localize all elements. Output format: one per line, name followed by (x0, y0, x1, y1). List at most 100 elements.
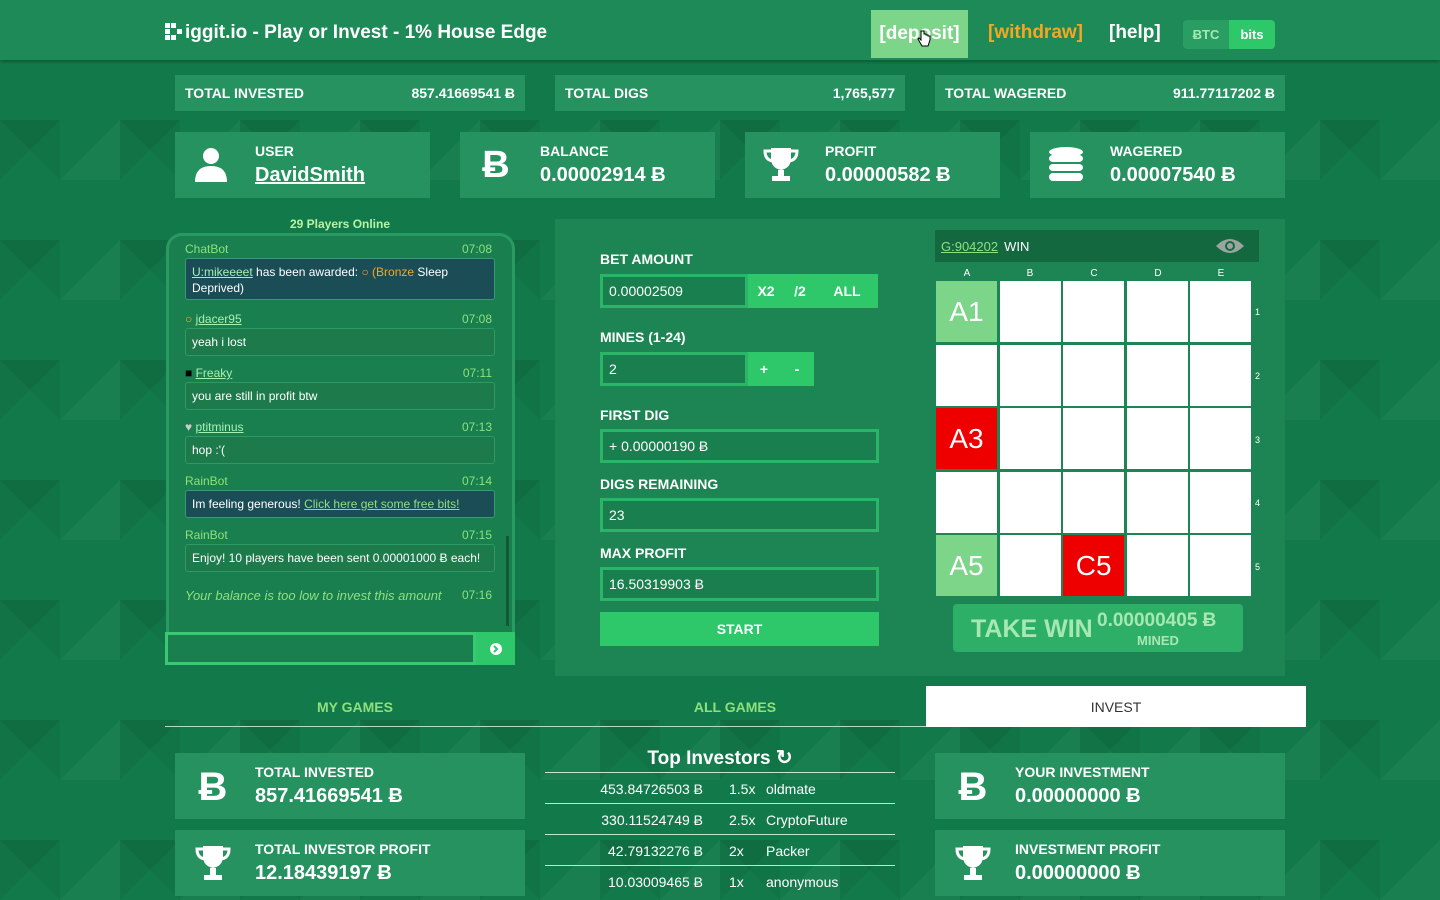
heart-icon: ♥ (185, 420, 196, 434)
username[interactable]: DavidSmith (255, 164, 365, 187)
investor-amount: 42.79132276 Ƀ (608, 843, 703, 859)
tab-my-games[interactable]: MY GAMES (165, 686, 545, 727)
tab-invest[interactable]: INVEST (926, 686, 1306, 727)
take-win-button[interactable]: TAKE WIN 0.00000405 Ƀ MINED (953, 604, 1243, 652)
system-message: Your balance is too low to invest this a… (185, 588, 442, 603)
investor-multiplier: 2.5x (729, 812, 756, 828)
unit-toggle[interactable]: ɃTC bits (1183, 20, 1275, 49)
grid-cell-e5[interactable] (1190, 535, 1252, 597)
grid-cell-c1[interactable] (1063, 281, 1125, 342)
row-header: 2 (1255, 371, 1261, 381)
help-link[interactable]: [help] (1109, 22, 1161, 44)
investment-profit-value: 0.00000000 Ƀ (1015, 862, 1141, 884)
mines-minus-button[interactable]: - (780, 352, 814, 386)
badge-name: Bronze (376, 265, 415, 279)
grid-cell-d1[interactable] (1126, 281, 1188, 342)
withdraw-link[interactable]: [withdraw] (988, 22, 1083, 44)
chat-message: Enjoy! 10 players have been sent 0.00001… (185, 544, 495, 572)
column-header: B (1026, 268, 1034, 279)
grid-cell-b1[interactable] (999, 281, 1061, 342)
investor-row: 453.84726503 Ƀ 1.5x oldmate (545, 772, 895, 803)
chat-send-button[interactable] (476, 632, 515, 665)
chat-message: U:mikeeeet has been awarded: ○ (Bronze S… (185, 258, 495, 300)
grid-cell-d2[interactable] (1126, 344, 1188, 406)
column-header: E (1217, 268, 1225, 279)
take-win-amount: 0.00000405 Ƀ (1097, 610, 1217, 631)
game-id-link[interactable]: G:904202 (941, 239, 998, 254)
chat-username[interactable]: ○ jdacer95 (185, 312, 242, 326)
top-investors-title: Top Investors ↻ (647, 747, 793, 769)
wagered-label: WAGERED (1110, 143, 1183, 159)
all-bet-button[interactable]: ALL (816, 274, 878, 308)
chat-input[interactable] (165, 632, 476, 665)
grid-cell-d3[interactable] (1126, 408, 1188, 470)
unit-bits-option[interactable]: bits (1229, 20, 1275, 49)
free-bits-link[interactable]: Click here get some free bits! (304, 497, 459, 511)
grid-cell-e2[interactable] (1190, 344, 1252, 406)
grid-cell-d5[interactable] (1126, 535, 1188, 597)
your-investment-label: YOUR INVESTMENT (1015, 764, 1150, 780)
chat-message: yeah i lost (185, 328, 495, 356)
chat-time: 07:15 (461, 528, 492, 542)
bitcoin-icon: Ƀ (198, 765, 228, 809)
chat-time: 07:08 (461, 242, 492, 256)
grid-cell-a1[interactable]: A1 (936, 281, 997, 342)
stat-label: TOTAL WAGERED (945, 85, 1067, 101)
trophy-icon (763, 148, 799, 181)
trophy-icon (195, 846, 231, 880)
grid-cell-c3[interactable] (1063, 408, 1125, 470)
chat-text: has been awarded: (252, 265, 362, 279)
grid-cell-c4[interactable] (1063, 471, 1125, 533)
grid-cell-b3[interactable] (999, 408, 1061, 470)
grid-cell-a2[interactable] (936, 344, 997, 406)
grid-cell-a5[interactable]: A5 (936, 535, 997, 597)
profit-card: PROFIT 0.00000582 Ƀ (745, 132, 1000, 198)
grid-cell-e1[interactable] (1190, 281, 1252, 342)
tab-all-games[interactable]: ALL GAMES (545, 686, 925, 727)
eye-icon[interactable] (1215, 237, 1245, 255)
investor-row: 42.79132276 Ƀ 2x Packer (545, 834, 895, 865)
grid-cell-c5[interactable]: C5 (1063, 535, 1125, 597)
chat-user-link[interactable]: U:mikeeeet (192, 265, 253, 279)
double-bet-button[interactable]: X2 (748, 274, 784, 308)
start-button[interactable]: START (600, 612, 879, 646)
grid-cell-d4[interactable] (1126, 471, 1188, 533)
first-dig-label: FIRST DIG (600, 407, 670, 423)
unit-btc-option[interactable]: ɃTC (1183, 20, 1229, 49)
grid-cell-c2[interactable] (1063, 344, 1125, 406)
chat-username[interactable]: ■ Freaky (185, 366, 232, 380)
chat-username[interactable]: ♥ ptitminus (185, 420, 244, 434)
bitcoin-icon: Ƀ (958, 765, 988, 809)
investor-multiplier: 1x (729, 874, 744, 890)
game-panel: BET AMOUNT 0.00002509 X2 /2 ALL MINES (1… (555, 219, 1285, 676)
grid-cell-b5[interactable] (999, 535, 1061, 597)
balance-value: 0.00002914 Ƀ (540, 164, 666, 186)
grid-cell-b4[interactable] (999, 471, 1061, 533)
badge-icon: ○ (185, 312, 196, 326)
grid-cell-a3[interactable]: A3 (936, 408, 997, 470)
hand-cursor-icon (917, 30, 931, 47)
digs-remaining-label: DIGS REMAINING (600, 476, 719, 492)
mines-input[interactable]: 2 (600, 352, 748, 386)
half-bet-button[interactable]: /2 (784, 274, 816, 308)
chat-panel: ChatBot 07:08 U:mikeeeet has been awarde… (166, 233, 515, 633)
grid-cell-a4[interactable] (936, 471, 997, 533)
mines-plus-button[interactable]: + (748, 352, 780, 386)
bet-amount-input[interactable]: 0.00002509 (600, 274, 748, 308)
grid-cell-b2[interactable] (999, 344, 1061, 406)
total-investor-profit-label: TOTAL INVESTOR PROFIT (255, 841, 431, 857)
chat-scrollbar[interactable] (506, 536, 509, 626)
grid-cell-e4[interactable] (1190, 471, 1252, 533)
site-logo[interactable]: iggit.io - Play or Invest - 1% House Edg… (165, 22, 547, 44)
investor-name: Packer (766, 843, 810, 859)
chat-time: 07:08 (461, 312, 492, 326)
chat-message: Im feeling generous! Click here get some… (185, 490, 495, 518)
investor-name: anonymous (766, 874, 839, 890)
site-title: iggit.io - Play or Invest - 1% House Edg… (185, 22, 548, 43)
chat-message: you are still in profit btw (185, 382, 495, 410)
investor-multiplier: 2x (729, 843, 744, 859)
refresh-icon[interactable]: ↻ (776, 747, 793, 769)
investor-amount: 453.84726503 Ƀ (600, 781, 703, 797)
chat-time: 07:13 (461, 420, 492, 434)
grid-cell-e3[interactable] (1190, 408, 1252, 470)
